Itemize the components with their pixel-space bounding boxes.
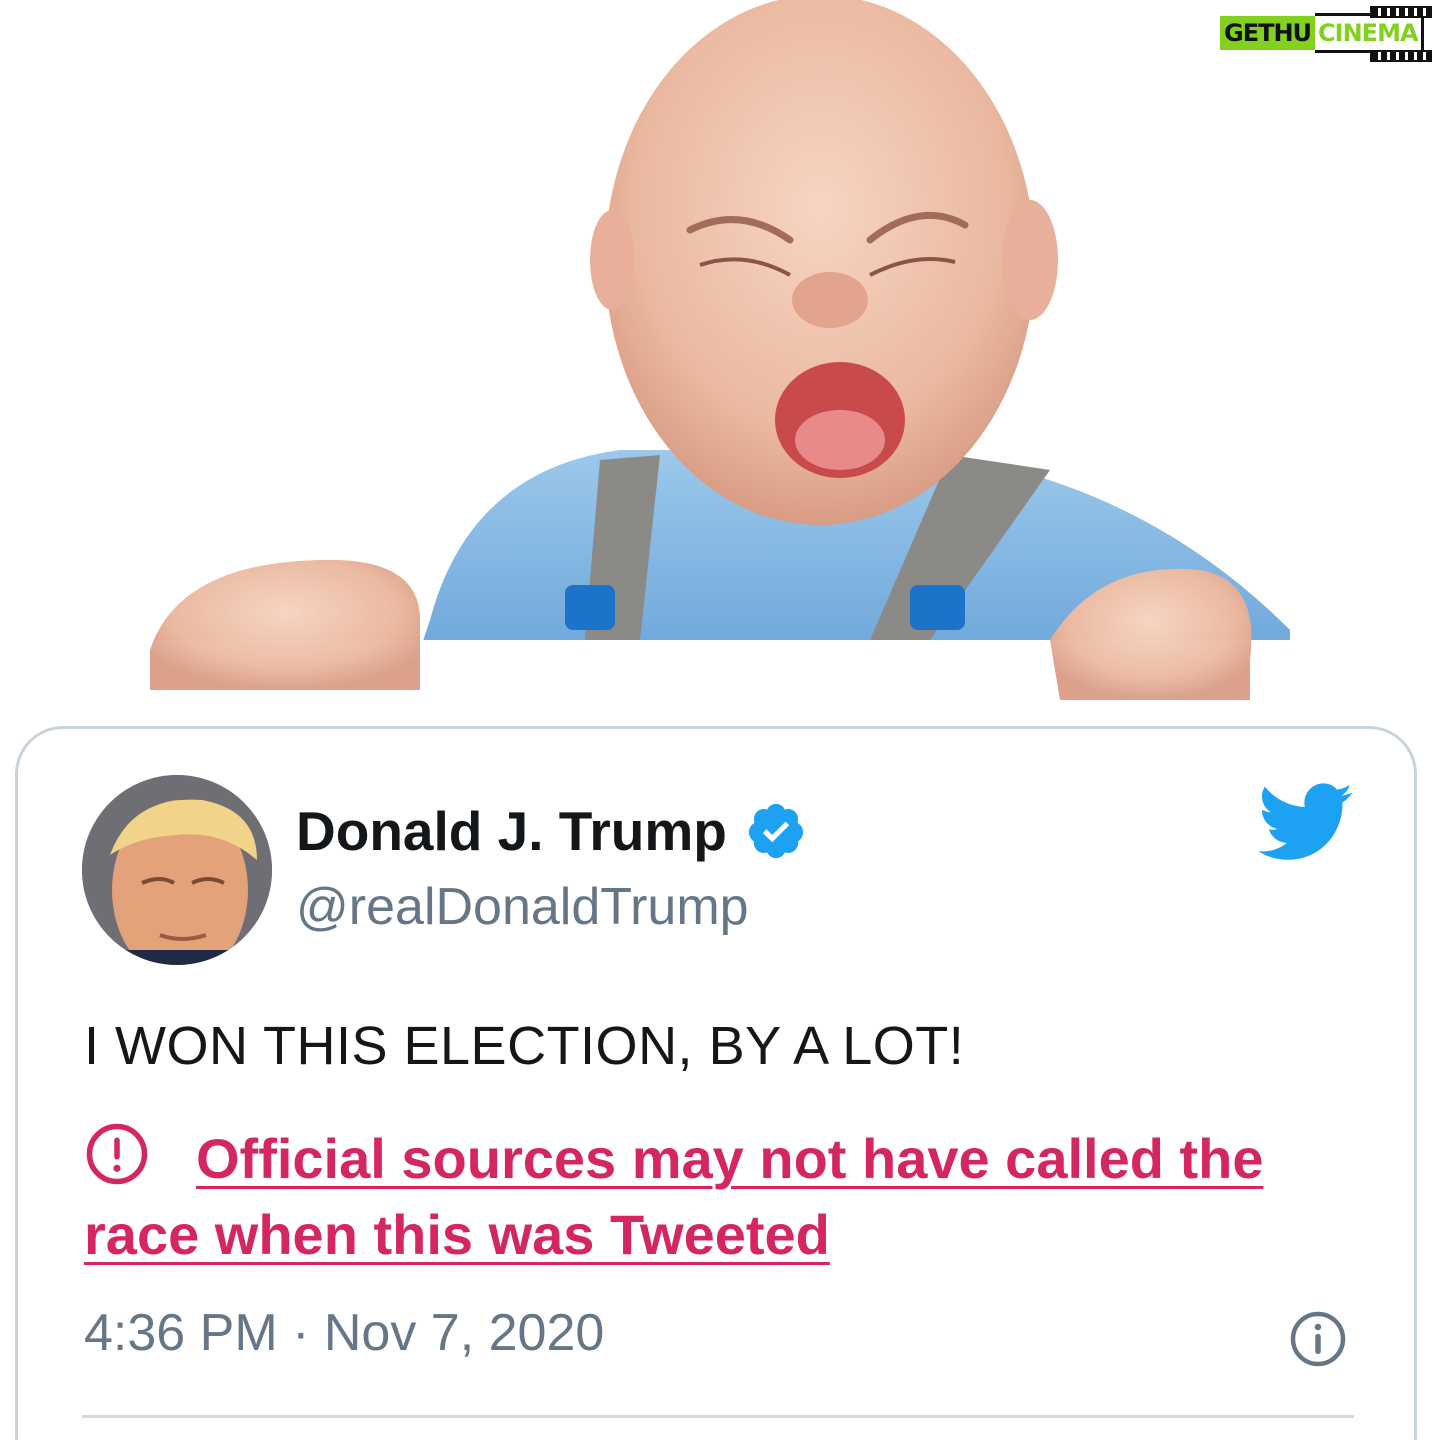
film-strip-icon <box>1370 50 1432 62</box>
avatar-image <box>82 775 272 965</box>
watermark-text-right: CINEMA <box>1315 13 1424 53</box>
tweet-card[interactable]: Donald J. Trump @realDonaldTrump I WON T… <box>15 726 1417 1440</box>
tweet-text: I WON THIS ELECTION, BY A LOT! <box>84 1016 965 1076</box>
tweet-timestamp[interactable]: 4:36 PM · Nov 7, 2020 <box>84 1303 604 1363</box>
election-warning-label: Official sources may not have called the… <box>84 1121 1374 1273</box>
author-handle[interactable]: @realDonaldTrump <box>296 877 749 937</box>
watermark-logo: GETHU CINEMA <box>1220 6 1432 62</box>
divider <box>82 1415 1354 1418</box>
watermark-text-left: GETHU <box>1220 16 1316 50</box>
author-name[interactable]: Donald J. Trump <box>296 799 807 863</box>
info-circle-icon[interactable] <box>1288 1309 1348 1369</box>
avatar[interactable] <box>82 775 272 965</box>
election-warning-link[interactable]: Official sources may not have called the… <box>84 1127 1264 1266</box>
verified-badge-icon <box>748 803 803 859</box>
twitter-bird-icon[interactable] <box>1258 783 1354 863</box>
film-strip-icon <box>1370 6 1432 18</box>
meme-canvas: GETHU CINEMA Donald J. Trump @realDonald… <box>0 0 1440 1440</box>
crying-baby-photo <box>0 0 1440 730</box>
author-name-text[interactable]: Donald J. Trump <box>296 799 727 863</box>
